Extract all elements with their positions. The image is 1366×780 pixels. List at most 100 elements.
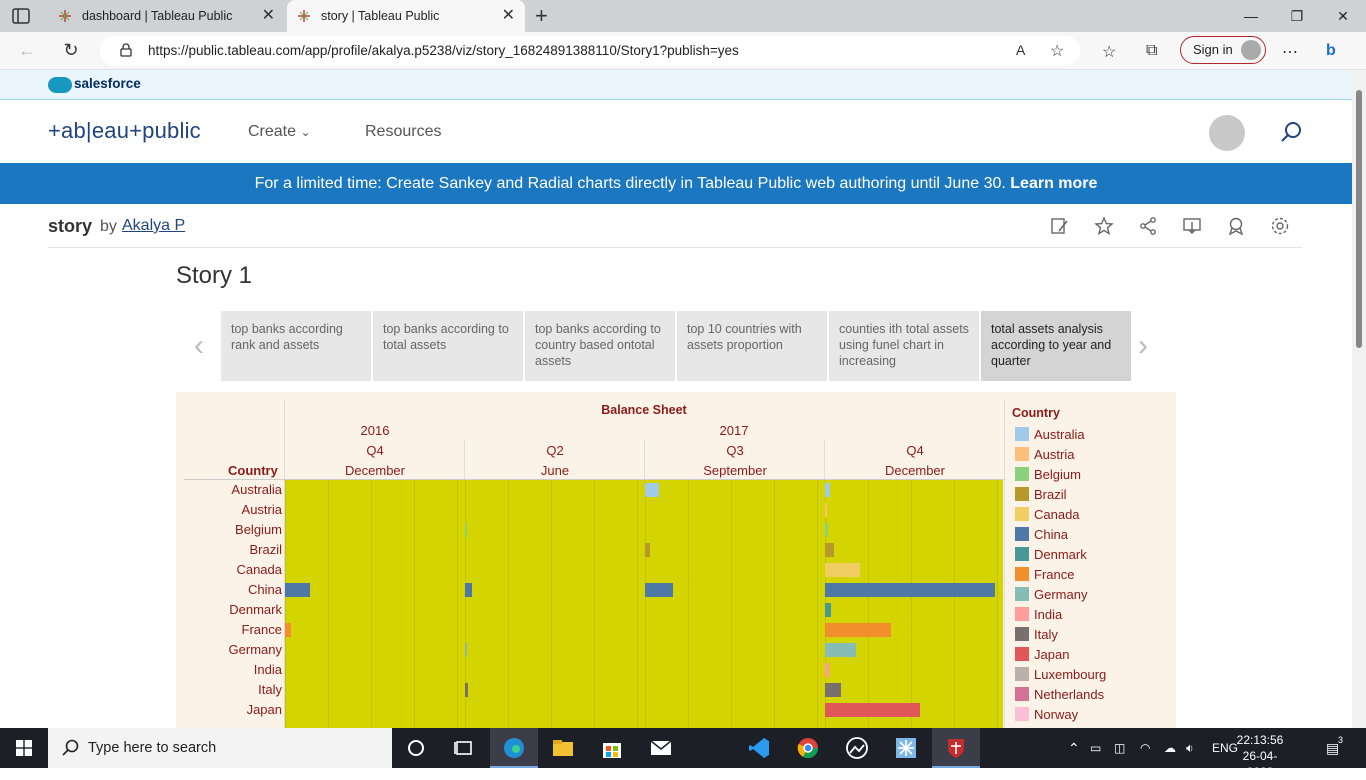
legend-item[interactable]: Germany xyxy=(1015,587,1087,602)
page-scrollbar[interactable] xyxy=(1352,70,1366,728)
author-link[interactable]: Akalya P xyxy=(122,217,185,235)
favorite-icon[interactable] xyxy=(1094,216,1114,236)
bar-china-2[interactable] xyxy=(645,583,673,597)
bar-canada-3[interactable] xyxy=(825,563,860,577)
meet-now-icon[interactable]: ◫ xyxy=(1114,728,1125,768)
story-point-6[interactable]: total assets analysis according to year … xyxy=(981,311,1131,381)
bar-australia-2[interactable] xyxy=(645,483,659,497)
bar-belgium-3[interactable] xyxy=(825,523,828,537)
story-point-3[interactable]: top banks according to country based ont… xyxy=(525,311,675,381)
windows-start-icon[interactable] xyxy=(16,740,32,756)
legend-item[interactable]: Luxembourg xyxy=(1015,667,1106,682)
scrollbar-thumb[interactable] xyxy=(1356,90,1362,348)
legend-item[interactable]: Australia xyxy=(1015,427,1085,442)
close-window-icon[interactable]: ✕ xyxy=(1320,0,1366,32)
onedrive-icon[interactable]: ☁ xyxy=(1164,728,1176,768)
legend-item[interactable]: India xyxy=(1015,607,1062,622)
read-aloud-icon[interactable]: A xyxy=(1016,42,1025,58)
bar-france-0[interactable] xyxy=(285,623,291,637)
legend-item[interactable]: Brazil xyxy=(1015,487,1067,502)
photos-icon[interactable] xyxy=(845,736,869,760)
battery-icon[interactable]: ▭ xyxy=(1090,728,1101,768)
new-tab-icon[interactable]: + xyxy=(535,3,548,29)
bar-japan-3[interactable] xyxy=(825,703,920,717)
snowflake-app-icon[interactable] xyxy=(894,736,918,760)
bar-germany-3[interactable] xyxy=(825,643,856,657)
close-tab-icon[interactable]: ✕ xyxy=(502,0,515,32)
close-tab-icon[interactable]: ✕ xyxy=(262,0,275,32)
chrome-icon[interactable] xyxy=(796,736,820,760)
address-bar[interactable]: https://public.tableau.com/app/profile/a… xyxy=(100,36,1080,66)
volume-icon[interactable]: 🔉︎ xyxy=(1186,728,1194,768)
legend-item[interactable]: Netherlands xyxy=(1015,687,1104,702)
mail-icon[interactable] xyxy=(649,736,673,760)
bar-austria-3[interactable] xyxy=(825,503,827,517)
share-icon[interactable] xyxy=(1138,216,1158,236)
badge-icon[interactable] xyxy=(1226,216,1246,236)
bing-copilot-icon[interactable]: b xyxy=(1326,42,1336,60)
more-options-icon[interactable]: ⋯ xyxy=(1282,42,1298,62)
legend-item[interactable]: Austria xyxy=(1015,447,1074,462)
bar-india-3[interactable] xyxy=(825,663,829,677)
edit-icon[interactable] xyxy=(1050,216,1070,236)
add-favorite-icon[interactable]: ☆ xyxy=(1050,41,1064,61)
legend-item[interactable]: Japan xyxy=(1015,647,1069,662)
legend-item[interactable]: Italy xyxy=(1015,627,1058,642)
restore-icon[interactable]: ❐ xyxy=(1274,0,1320,32)
edge-browser-icon[interactable] xyxy=(502,736,526,760)
store-icon[interactable] xyxy=(600,736,624,760)
browser-tab-dashboard[interactable]: dashboard | Tableau Public ✕ xyxy=(48,0,285,32)
cortana-icon[interactable] xyxy=(404,736,428,760)
legend-item[interactable]: China xyxy=(1015,527,1068,542)
story-point-2[interactable]: top banks according to total assets xyxy=(373,311,523,381)
browser-tab-story[interactable]: story | Tableau Public ✕ xyxy=(287,0,525,32)
nav-resources[interactable]: Resources xyxy=(365,123,441,141)
story-next-icon[interactable]: › xyxy=(1138,329,1148,363)
collections-icon[interactable]: ⧉ xyxy=(1146,42,1157,60)
bar-denmark-3[interactable] xyxy=(825,603,831,617)
minimize-icon[interactable]: — xyxy=(1228,0,1274,32)
search-icon[interactable] xyxy=(1280,121,1302,143)
story-point-1[interactable]: top banks according rank and assets xyxy=(221,311,371,381)
legend-item[interactable]: Norway xyxy=(1015,707,1078,722)
shield-app-icon[interactable] xyxy=(944,736,968,760)
tab-actions-icon[interactable] xyxy=(12,8,30,24)
vscode-icon[interactable] xyxy=(747,736,771,760)
bar-brazil-2[interactable] xyxy=(645,543,650,557)
favorites-icon[interactable]: ☆ xyxy=(1102,42,1116,62)
salesforce-label[interactable]: salesforce xyxy=(74,76,141,91)
plot-area[interactable] xyxy=(285,480,1003,728)
legend-item[interactable]: Denmark xyxy=(1015,547,1087,562)
bar-belgium-1[interactable] xyxy=(465,523,467,537)
bar-australia-3[interactable] xyxy=(825,483,830,497)
story-point-4[interactable]: top 10 countries with assets proportion xyxy=(677,311,827,381)
file-explorer-icon[interactable] xyxy=(551,736,575,760)
user-avatar[interactable] xyxy=(1209,115,1245,151)
back-icon[interactable]: ← xyxy=(16,40,38,61)
bar-italy-3[interactable] xyxy=(825,683,841,697)
sign-in-button[interactable]: Sign in xyxy=(1180,36,1266,64)
wifi-icon[interactable]: ◠ xyxy=(1140,728,1150,768)
refresh-icon[interactable]: ↻ xyxy=(60,40,82,61)
nav-create[interactable]: Create ⌄ xyxy=(248,123,311,141)
bar-brazil-3[interactable] xyxy=(825,543,834,557)
story-prev-icon[interactable]: ‹ xyxy=(194,329,204,363)
taskbar-search[interactable]: Type here to search xyxy=(48,728,392,768)
story-point-5[interactable]: counties ith total assets using funel ch… xyxy=(829,311,979,381)
legend-item[interactable]: Belgium xyxy=(1015,467,1081,482)
show-hidden-icons-icon[interactable]: ⌃ xyxy=(1068,728,1080,768)
task-view-icon[interactable] xyxy=(452,736,476,760)
bar-china-0[interactable] xyxy=(285,583,310,597)
tableau-public-logo[interactable]: +ab|eau+public xyxy=(48,118,201,144)
bar-france-3[interactable] xyxy=(825,623,891,637)
bar-italy-1[interactable] xyxy=(465,683,468,697)
lock-icon[interactable] xyxy=(120,43,132,57)
settings-gear-icon[interactable] xyxy=(1270,216,1290,236)
download-icon[interactable] xyxy=(1182,216,1202,236)
legend-item[interactable]: Canada xyxy=(1015,507,1080,522)
legend-item[interactable]: France xyxy=(1015,567,1074,582)
system-clock[interactable]: 22:13:56 26-04-2023 xyxy=(1230,732,1290,780)
bar-china-1[interactable] xyxy=(465,583,472,597)
learn-more-link[interactable]: Learn more xyxy=(1010,175,1097,192)
bar-germany-1[interactable] xyxy=(465,643,467,657)
